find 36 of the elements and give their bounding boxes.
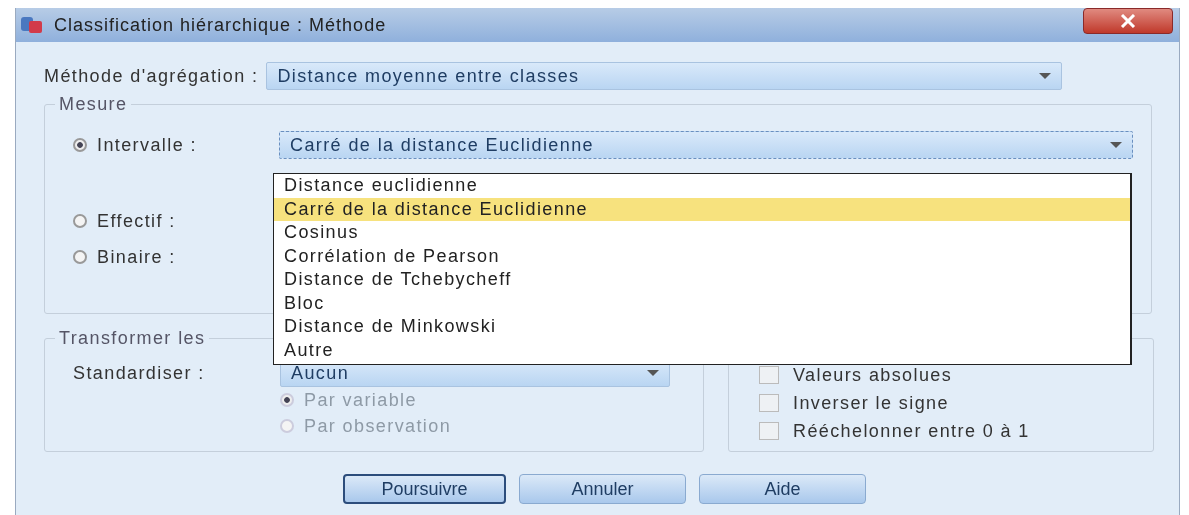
close-button[interactable] xyxy=(1083,8,1173,34)
metric-dropdown[interactable]: Carré de la distance Euclidienne xyxy=(279,131,1133,159)
dropdown-item[interactable]: Autre xyxy=(274,338,1130,362)
caret-icon xyxy=(1110,142,1122,148)
aggregation-label: Méthode d'agrégation : xyxy=(44,65,259,87)
checkbox[interactable] xyxy=(759,366,779,384)
dialog-button[interactable]: Poursuivre xyxy=(343,474,506,504)
window-title: Classification hiérarchique : Méthode xyxy=(54,14,387,36)
radio-button[interactable] xyxy=(73,138,87,152)
caret-icon xyxy=(1039,73,1052,79)
radio-label: Binaire : xyxy=(97,246,177,268)
radio-label: Par variable xyxy=(304,389,418,411)
radio-button[interactable] xyxy=(73,214,87,228)
dropdown-item[interactable]: Distance euclidienne xyxy=(274,174,1130,198)
radio-label: Par observation xyxy=(304,415,453,437)
aggregation-dropdown[interactable]: Distance moyenne entre classes xyxy=(266,62,1063,90)
dropdown-item[interactable]: Bloc xyxy=(274,291,1130,315)
dialog-button[interactable]: Annuler xyxy=(519,474,686,504)
radio-label: Effectif : xyxy=(97,210,177,232)
caret-icon xyxy=(647,370,659,376)
dropdown-item[interactable]: Distance de Tchebycheff xyxy=(274,268,1130,292)
checkbox[interactable] xyxy=(759,422,779,440)
dialog-button[interactable]: Aide xyxy=(699,474,866,504)
radio-button[interactable] xyxy=(73,250,87,264)
app-icon xyxy=(20,15,44,35)
dropdown-item[interactable]: Corrélation de Pearson xyxy=(274,244,1130,268)
checkbox-label: Inverser le signe xyxy=(793,392,949,414)
dropdown-item[interactable]: Cosinus xyxy=(274,221,1130,245)
dropdown-item[interactable]: Carré de la distance Euclidienne xyxy=(274,197,1130,221)
checkbox[interactable] xyxy=(759,394,779,412)
radio-label: Intervalle : xyxy=(97,134,198,156)
standardize-label: Standardiser : xyxy=(73,362,206,384)
checkbox-label: Rééchelonner entre 0 à 1 xyxy=(793,420,1030,442)
checkbox-label: Valeurs absolues xyxy=(793,364,953,386)
dropdown-item[interactable]: Distance de Minkowski xyxy=(274,315,1130,339)
close-icon xyxy=(1119,14,1137,28)
